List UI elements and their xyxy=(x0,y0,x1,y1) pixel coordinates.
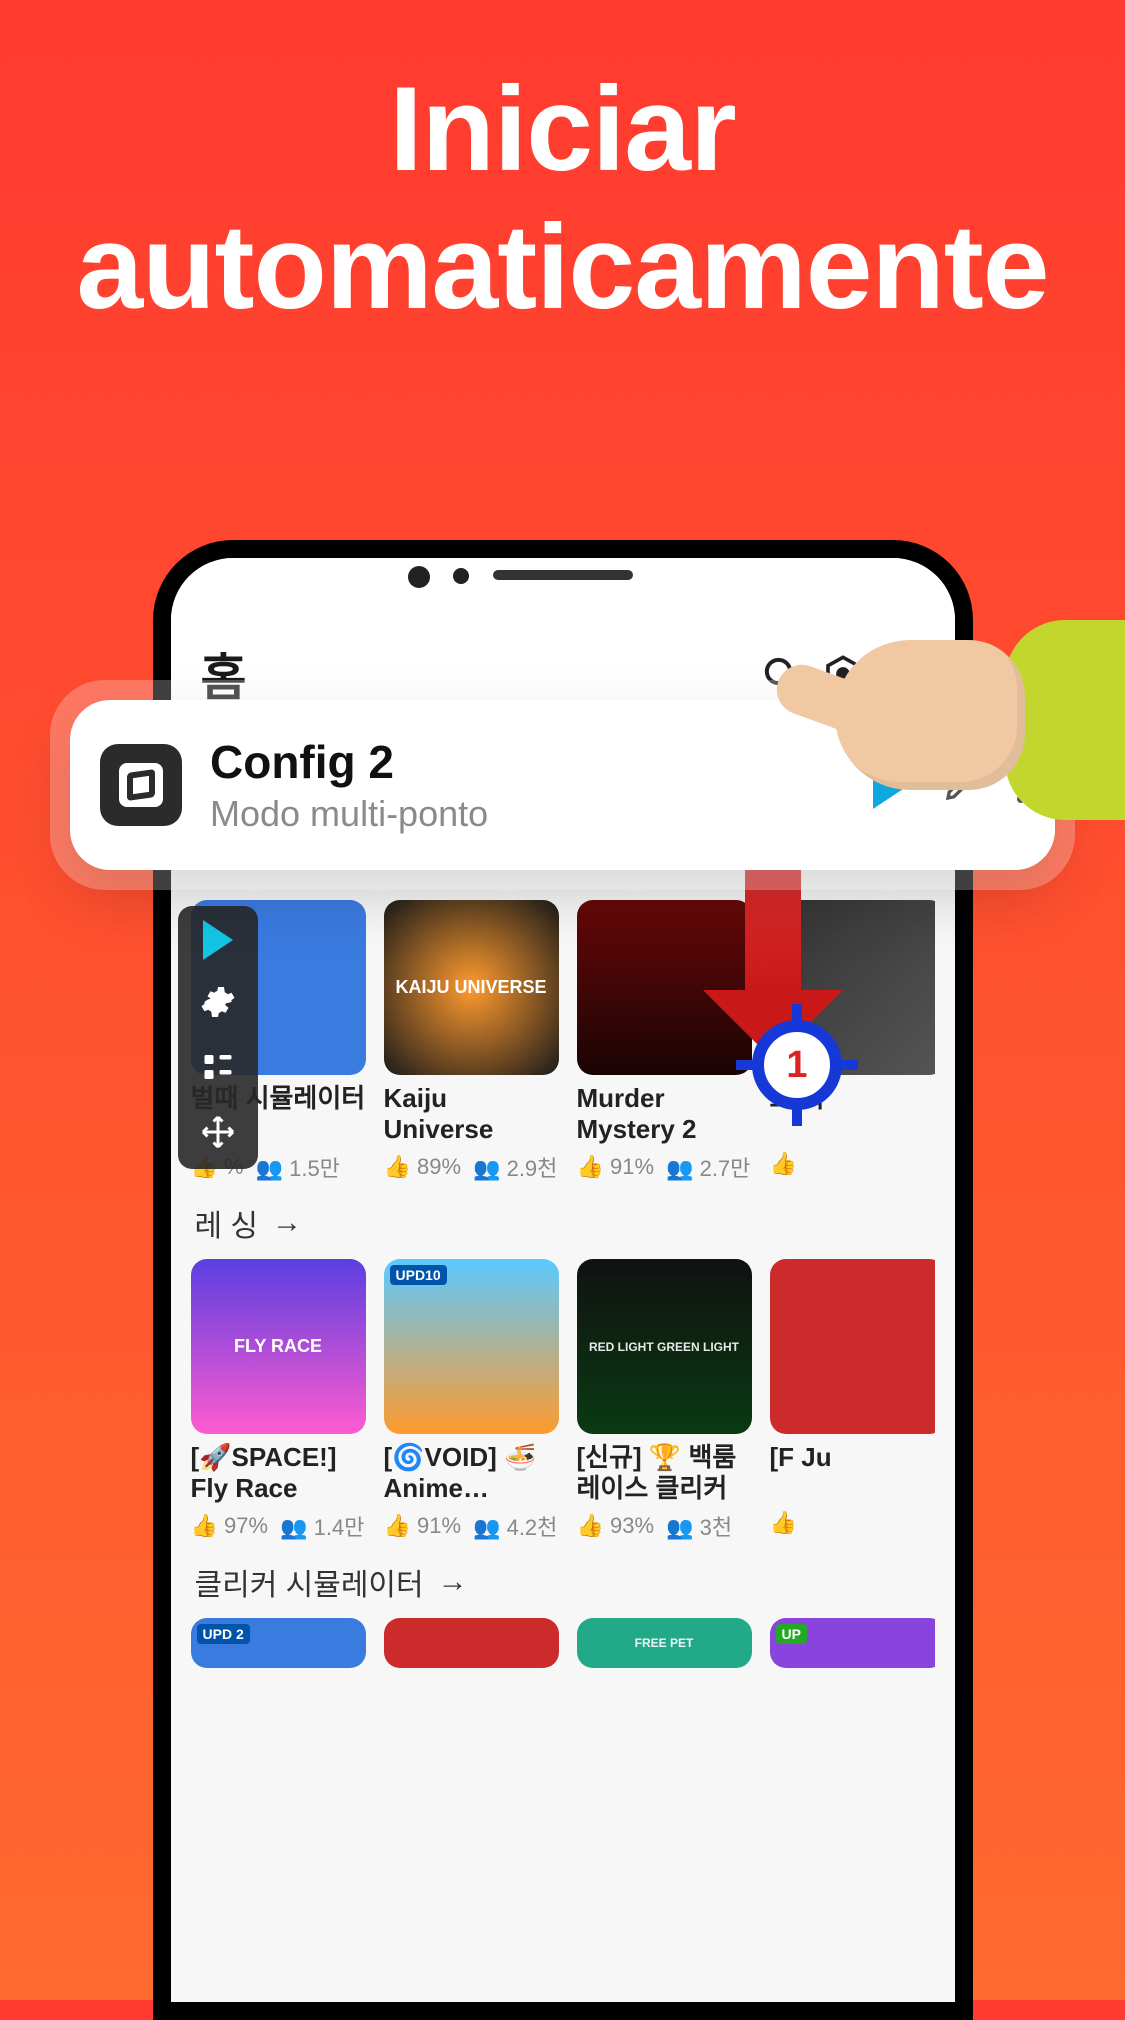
game-thumbnail[interactable]: UP xyxy=(770,1618,935,1668)
target-marker[interactable]: 1 xyxy=(742,1010,852,1120)
game-stats: 👍 xyxy=(770,1510,935,1536)
game-title: [🌀VOID] 🍜 Anime… xyxy=(384,1442,559,1504)
game-thumbnail[interactable] xyxy=(384,1618,559,1668)
section-header[interactable]: 레 싱 → xyxy=(195,1201,935,1245)
list-icon[interactable] xyxy=(200,1049,236,1090)
phone-camera-icon xyxy=(408,566,430,588)
hero-title: Iniciar automaticamente xyxy=(0,0,1125,336)
game-card[interactable]: UP xyxy=(770,1618,935,1668)
game-card[interactable]: [F Ju 👍 xyxy=(770,1259,935,1542)
game-title: [🚀SPACE!] Fly Race xyxy=(191,1442,366,1504)
game-stats: 👍 89% 👥 2.9천 xyxy=(384,1151,559,1183)
game-card[interactable]: KAIJU UNIVERSE Kaiju Universe 👍 89% 👥 2.… xyxy=(384,900,559,1183)
game-title: [신규] 🏆 백룸 레이스 클리커 xyxy=(577,1442,752,1504)
game-thumbnail[interactable] xyxy=(770,1259,935,1434)
floating-toolbar[interactable] xyxy=(178,906,258,1169)
game-title: Murder Mystery 2 xyxy=(577,1083,752,1145)
move-icon[interactable] xyxy=(200,1114,236,1155)
game-stats: 👍 97% 👥 1.4만 xyxy=(191,1510,366,1542)
game-thumbnail[interactable]: FLY RACE xyxy=(191,1259,366,1434)
game-card[interactable]: UPD 2 xyxy=(191,1618,366,1668)
game-row[interactable]: UPD 2 FREE PET UP xyxy=(191,1618,935,1668)
game-thumbnail[interactable]: FREE PET xyxy=(577,1618,752,1668)
pointing-hand-icon xyxy=(805,580,1125,860)
target-number: 1 xyxy=(786,1044,807,1087)
game-card[interactable]: RED LIGHT GREEN LIGHT [신규] 🏆 백룸 레이스 클리커 … xyxy=(577,1259,752,1542)
game-row[interactable]: FLY RACE [🚀SPACE!] Fly Race 👍 97% 👥 1.4만… xyxy=(191,1259,935,1542)
game-card[interactable]: UPD10 [🌀VOID] 🍜 Anime… 👍 91% 👥 4.2천 xyxy=(384,1259,559,1542)
game-stats: 👍 xyxy=(770,1151,935,1177)
game-title: Kaiju Universe xyxy=(384,1083,559,1145)
game-card[interactable]: FLY RACE [🚀SPACE!] Fly Race 👍 97% 👥 1.4만 xyxy=(191,1259,366,1542)
phone-speaker xyxy=(493,570,633,580)
game-stats: 👍 91% 👥 4.2천 xyxy=(384,1510,559,1542)
game-card[interactable] xyxy=(384,1618,559,1668)
game-card[interactable]: FREE PET xyxy=(577,1618,752,1668)
play-icon[interactable] xyxy=(203,920,233,960)
arrow-right-icon[interactable]: → xyxy=(272,1206,302,1240)
section-header[interactable]: 클리커 시뮬레이터 → xyxy=(195,1560,935,1604)
game-thumbnail[interactable]: RED LIGHT GREEN LIGHT xyxy=(577,1259,752,1434)
arrow-right-icon[interactable]: → xyxy=(438,1565,468,1599)
game-thumbnail[interactable]: UPD10 xyxy=(384,1259,559,1434)
app-icon xyxy=(100,744,182,826)
game-title: [F Ju xyxy=(770,1442,935,1504)
game-stats: 👍 93% 👥 3천 xyxy=(577,1510,752,1542)
game-thumbnail[interactable]: UPD 2 xyxy=(191,1618,366,1668)
game-stats: 👍 91% 👥 2.7만 xyxy=(577,1151,752,1183)
gear-icon[interactable] xyxy=(200,984,236,1025)
section-label: 클리커 시뮬레이터 xyxy=(195,1560,424,1604)
phone-camera-icon xyxy=(453,568,469,584)
config-subtitle: Modo multi-ponto xyxy=(210,793,845,835)
config-title: Config 2 xyxy=(210,735,845,789)
section-label: 레 싱 xyxy=(195,1201,259,1245)
game-thumbnail[interactable]: KAIJU UNIVERSE xyxy=(384,900,559,1075)
